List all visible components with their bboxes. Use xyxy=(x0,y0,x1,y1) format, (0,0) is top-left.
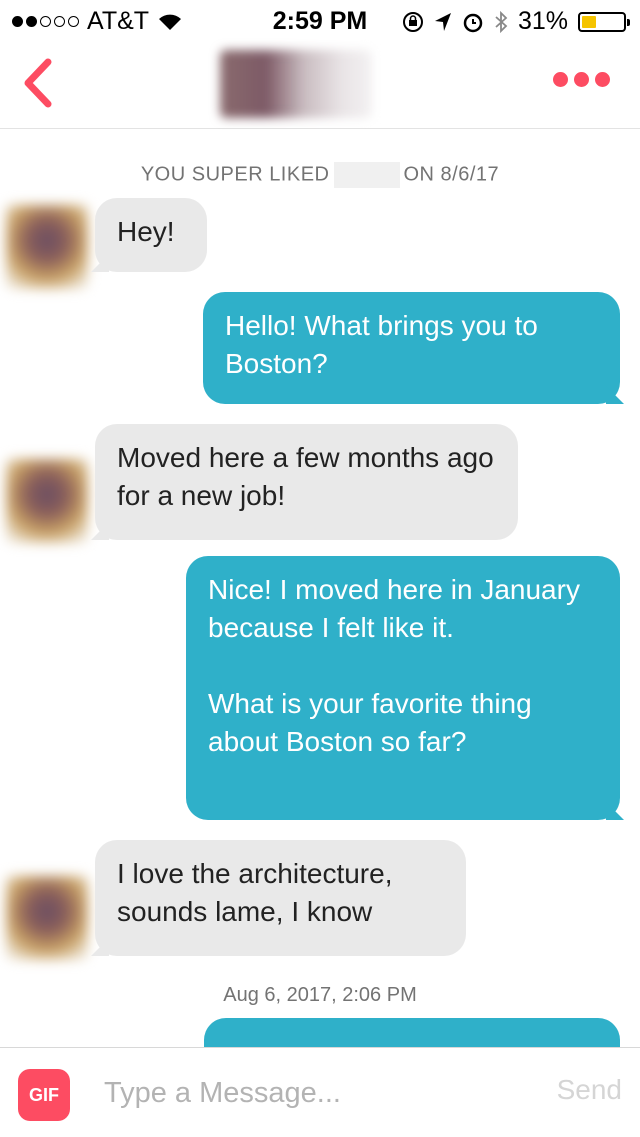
orientation-lock-icon xyxy=(402,11,423,32)
avatar[interactable] xyxy=(6,205,88,289)
message-text: Moved here a few months ago for a new jo… xyxy=(117,442,494,511)
battery-percent: 31% xyxy=(517,7,568,35)
message-bubble-incoming: I love the architecture, sounds lame, I … xyxy=(91,840,466,956)
navigation-bar xyxy=(0,40,640,129)
alarm-icon xyxy=(463,13,483,32)
chevron-left-icon[interactable] xyxy=(18,56,58,110)
message-composer: GIF Send xyxy=(0,1047,640,1137)
message-timestamp: Aug 6, 2017, 2:06 PM xyxy=(223,984,417,1006)
redacted-name xyxy=(333,162,400,188)
message-text: Hello! What brings you to Boston? xyxy=(225,310,538,379)
status-right: 31% xyxy=(402,7,630,36)
location-icon xyxy=(434,12,451,31)
avatar[interactable] xyxy=(6,876,88,960)
message-text: Nice! I moved here in January because I … xyxy=(208,574,580,757)
message-bubble-incoming: Hey! xyxy=(91,198,207,272)
match-profile-photo[interactable] xyxy=(220,50,372,118)
super-like-prefix: YOU SUPER LIKED xyxy=(140,163,330,186)
message-bubble-outgoing-partial xyxy=(204,1018,620,1047)
message-text: Hey! xyxy=(117,216,175,247)
message-input[interactable] xyxy=(104,1066,524,1120)
battery-icon xyxy=(578,11,630,32)
message-text: I love the architecture, sounds lame, I … xyxy=(117,858,393,927)
avatar[interactable] xyxy=(6,459,88,543)
gif-button[interactable]: GIF xyxy=(18,1069,70,1121)
message-bubble-outgoing: Nice! I moved here in January because I … xyxy=(186,556,624,820)
bluetooth-icon xyxy=(495,10,508,33)
message-bubble-incoming: Moved here a few months ago for a new jo… xyxy=(91,424,518,540)
send-button[interactable]: Send xyxy=(557,1074,622,1106)
message-bubble-outgoing: Hello! What brings you to Boston? xyxy=(203,292,624,404)
more-options-button[interactable] xyxy=(553,72,610,87)
chat-thread[interactable]: YOU SUPER LIKED ON 8/6/17 Hey! Hello! Wha… xyxy=(0,129,640,1047)
status-bar: AT&T 2:59 PM 31% xyxy=(0,0,640,40)
super-like-suffix: ON 8/6/17 xyxy=(403,163,500,186)
ellipsis-icon xyxy=(553,72,568,87)
super-like-notice: YOU SUPER LIKED ON 8/6/17 xyxy=(0,162,640,188)
